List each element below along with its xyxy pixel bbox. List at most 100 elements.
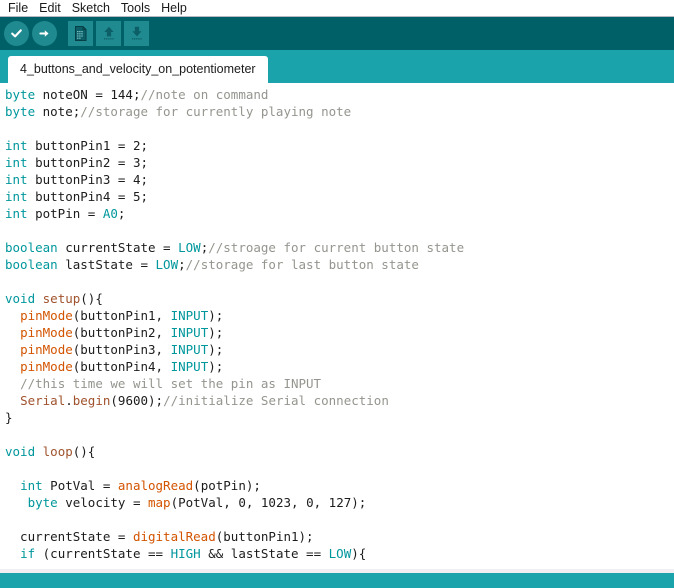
code-token: (){ (72, 444, 96, 459)
code-token: pinMode (20, 325, 73, 340)
code-token: A0 (102, 206, 118, 221)
code-token: . (65, 393, 73, 408)
code-token: ); (208, 359, 224, 374)
code-line: byte velocity = map(PotVal, 0, 1023, 0, … (0, 494, 674, 511)
code-line: int buttonPin2 = 3; (0, 154, 674, 171)
code-token: //note on command (140, 87, 269, 102)
code-token: && lastState == (200, 546, 329, 561)
code-token: digitalRead (132, 529, 216, 544)
code-line: pinMode(buttonPin2, INPUT); (0, 324, 674, 341)
code-token: (buttonPin4, (72, 359, 171, 374)
code-line: int buttonPin1 = 2; (0, 137, 674, 154)
menu-item-help[interactable]: Help (156, 0, 193, 16)
code-token: int (5, 138, 28, 153)
code-token: 9600 (117, 393, 149, 408)
code-line: } (0, 409, 674, 426)
code-token: if (20, 546, 36, 561)
document-icon (74, 26, 86, 41)
code-token: velocity = (57, 495, 148, 510)
code-token: ( (110, 393, 118, 408)
code-token: (currentState == (35, 546, 171, 561)
code-line: int potPin = A0; (0, 205, 674, 222)
verify-button[interactable] (4, 21, 29, 46)
code-token: //stroage for current button state (208, 240, 465, 255)
code-token: //this time we will set the pin as INPUT (20, 376, 322, 391)
code-token: note; (35, 104, 81, 119)
code-editor[interactable]: byte noteON = 144; //note on command byte … (0, 83, 674, 569)
code-token: ); (351, 495, 367, 510)
code-token: //storage for currently playing note (80, 104, 352, 119)
menu-bar: File Edit Sketch Tools Help (0, 0, 674, 17)
code-token: buttonPin2 = (27, 155, 133, 170)
code-line: if (currentState == HIGH && lastState ==… (0, 545, 674, 562)
open-button[interactable] (96, 21, 121, 46)
code-line: Serial.begin(9600);//initialize Serial c… (0, 392, 674, 409)
code-token: LOW (155, 257, 179, 272)
code-token: ; (140, 155, 148, 170)
tab-bar: 4_buttons_and_velocity_on_potentiometer (0, 50, 674, 83)
arrow-up-icon (103, 26, 114, 40)
code-token: HIGH (170, 546, 201, 561)
code-token: ); (208, 342, 224, 357)
menu-item-edit[interactable]: Edit (34, 0, 67, 16)
code-token: LOW (178, 240, 201, 255)
code-token: pinMode (20, 359, 73, 374)
code-token: noteON = (35, 87, 111, 102)
code-token: byte (27, 495, 58, 510)
code-token: boolean (5, 240, 58, 255)
code-token: (buttonPin2, (72, 325, 171, 340)
status-bar (0, 573, 674, 588)
code-token: LOW (328, 546, 352, 561)
code-line: currentState = digitalRead(buttonPin1); (0, 528, 674, 545)
upload-button[interactable] (32, 21, 57, 46)
code-token: , (291, 495, 307, 510)
code-token: 144 (110, 87, 133, 102)
code-line: void loop(){ (0, 443, 674, 460)
code-token: ); (208, 308, 224, 323)
sketch-tab[interactable]: 4_buttons_and_velocity_on_potentiometer (8, 56, 268, 83)
code-token: ; (140, 189, 148, 204)
code-line: int buttonPin3 = 4; (0, 171, 674, 188)
code-token: analogRead (117, 478, 194, 493)
code-line: int PotVal = analogRead(potPin); (0, 477, 674, 494)
code-token: , (313, 495, 329, 510)
code-token: INPUT (170, 342, 209, 357)
code-token: , (245, 495, 261, 510)
save-button[interactable] (124, 21, 149, 46)
arrow-right-icon (39, 30, 49, 37)
code-token: ); (148, 393, 164, 408)
code-token: 127 (328, 495, 352, 510)
code-token: //initialize Serial connection (163, 393, 389, 408)
code-token: ); (208, 325, 224, 340)
code-token: map (148, 495, 171, 510)
menu-item-file[interactable]: File (3, 0, 34, 16)
code-line: pinMode(buttonPin3, INPUT); (0, 341, 674, 358)
code-line: boolean lastState = LOW;//storage for la… (0, 256, 674, 273)
code-token: Serial (20, 393, 66, 408)
new-button[interactable] (68, 21, 93, 46)
menu-item-tools[interactable]: Tools (116, 0, 156, 16)
check-icon (11, 29, 22, 38)
code-token: begin (72, 393, 111, 408)
code-token: (buttonPin3, (72, 342, 171, 357)
menu-item-sketch[interactable]: Sketch (67, 0, 116, 16)
code-token: byte (5, 104, 36, 119)
code-token: INPUT (170, 325, 209, 340)
code-token: 0 (306, 495, 314, 510)
code-token: (){ (80, 291, 103, 306)
code-line: void setup(){ (0, 290, 674, 307)
code-token: (potPin); (193, 478, 261, 493)
code-token: int (5, 189, 28, 204)
